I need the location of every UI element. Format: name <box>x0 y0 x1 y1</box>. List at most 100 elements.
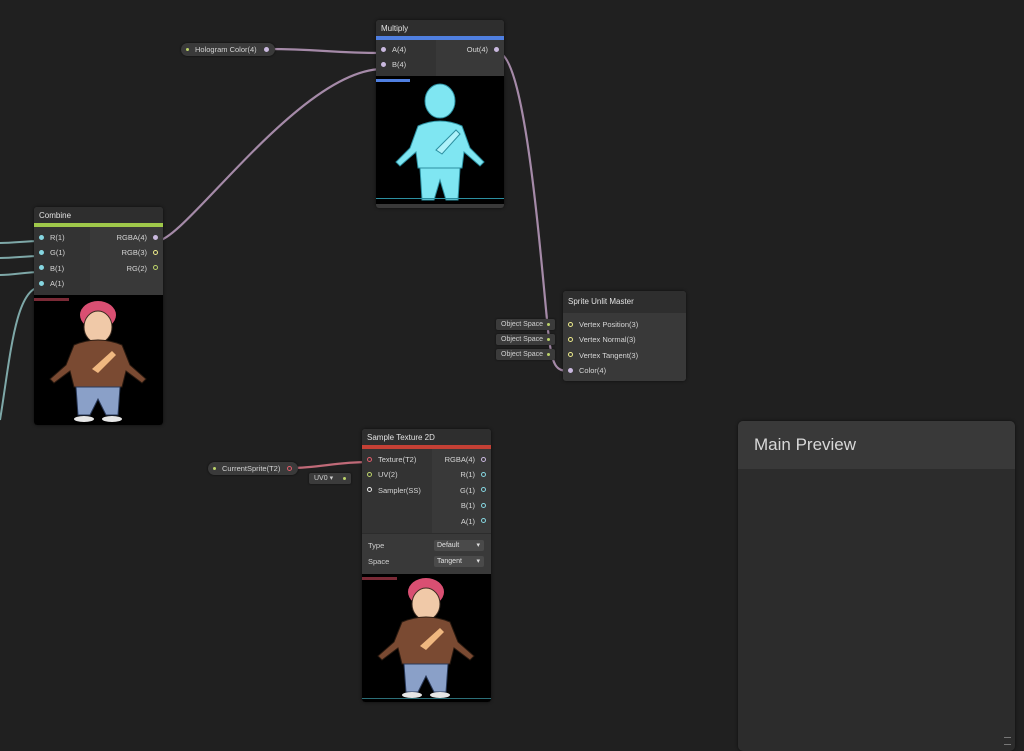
character-sprite-icon <box>362 578 491 699</box>
uv-channel-dropdown[interactable]: UV0 ▾ <box>309 473 352 484</box>
port-dot-icon[interactable] <box>367 456 372 462</box>
node-title[interactable]: Sprite Unlit Master <box>563 291 686 313</box>
combine-node[interactable]: Combine R(1) G(1) B(1) A(1) RGBA(4) RGB(… <box>34 207 163 425</box>
property-indicator-icon <box>186 48 189 51</box>
space-label: Space <box>368 557 390 566</box>
space-dropdown[interactable]: Tangent <box>434 556 484 567</box>
character-sprite-icon <box>376 83 504 201</box>
type-label: Type <box>368 541 385 550</box>
port-b[interactable]: B(1) <box>432 498 491 513</box>
sprite-unlit-master-node[interactable]: Sprite Unlit Master Vertex Position(3) V… <box>563 291 686 381</box>
port-dot-icon[interactable] <box>39 280 44 286</box>
port-texture[interactable]: Texture(T2) <box>362 452 432 467</box>
port-dot-icon[interactable] <box>481 518 486 524</box>
node-ports: A(4) B(4) Out(4) <box>376 40 504 76</box>
port-dot-icon[interactable] <box>568 321 573 327</box>
node-ports: R(1) G(1) B(1) A(1) RGBA(4) RGB(3) RG(2) <box>34 227 163 295</box>
port-color[interactable]: Color(4) <box>563 363 686 378</box>
port-dot-icon[interactable] <box>153 249 158 255</box>
port-uv[interactable]: UV(2) <box>362 467 432 482</box>
multiply-node[interactable]: Multiply A(4) B(4) Out(4) <box>376 20 504 208</box>
port-r[interactable]: R(1) <box>432 467 491 482</box>
port-vertex-position[interactable]: Vertex Position(3) <box>563 317 686 332</box>
type-dropdown[interactable]: Default <box>434 540 484 551</box>
node-title[interactable]: Multiply <box>376 20 504 36</box>
node-settings: Type Default Space Tangent <box>362 533 491 574</box>
port-dot-icon[interactable] <box>481 471 486 477</box>
output-ports: Out(4) <box>436 40 504 76</box>
output-ports: RGBA(4) RGB(3) RG(2) <box>90 227 163 295</box>
port-dot-icon[interactable] <box>153 234 158 240</box>
port-dot-icon[interactable] <box>39 234 44 240</box>
port-dot-icon[interactable] <box>381 61 386 67</box>
chevron-down-icon: ▾ <box>329 475 334 482</box>
port-vertex-tangent[interactable]: Vertex Tangent(3) <box>563 348 686 363</box>
wire-currentsprite-to-texture[interactable] <box>289 460 370 470</box>
current-sprite-output-port[interactable] <box>287 465 293 471</box>
slot-dot-icon <box>343 476 347 480</box>
port-dot-icon[interactable] <box>153 265 158 271</box>
slot-dot-icon <box>547 337 551 341</box>
port-g[interactable]: G(1) <box>34 245 90 260</box>
input-ports: Texture(T2) UV(2) Sampler(SS) <box>362 449 432 533</box>
port-rgba[interactable]: RGBA(4) <box>432 452 491 467</box>
vertex-tangent-space-slot[interactable]: Object Space <box>496 349 556 360</box>
space-setting-row: Space Tangent <box>362 554 491 570</box>
port-rg[interactable]: RG(2) <box>90 261 163 276</box>
port-dot-icon[interactable] <box>367 487 372 493</box>
port-dot-icon[interactable] <box>568 367 573 373</box>
main-preview-panel[interactable]: Main Preview <box>738 421 1015 751</box>
input-ports: Vertex Position(3) Vertex Normal(3) Vert… <box>563 313 686 379</box>
current-sprite-property[interactable]: CurrentSprite(T2) <box>208 462 299 475</box>
port-dot-icon[interactable] <box>568 336 573 342</box>
port-vertex-normal[interactable]: Vertex Normal(3) <box>563 332 686 347</box>
port-a[interactable]: A(1) <box>432 514 491 529</box>
port-dot-icon[interactable] <box>39 249 44 255</box>
sample-texture-2d-node[interactable]: Sample Texture 2D Texture(T2) UV(2) Samp… <box>362 429 491 702</box>
node-title[interactable]: Sample Texture 2D <box>362 429 491 445</box>
hologram-color-label: Hologram Color(4) <box>195 45 257 54</box>
vertex-position-space-slot[interactable]: Object Space <box>496 319 556 330</box>
node-preview <box>362 574 491 702</box>
port-dot-icon[interactable] <box>381 46 386 52</box>
port-a[interactable]: A(1) <box>34 276 90 291</box>
port-g[interactable]: G(1) <box>432 483 491 498</box>
vertex-normal-space-slot[interactable]: Object Space <box>496 334 556 345</box>
hologram-color-property[interactable]: Hologram Color(4) <box>181 43 275 56</box>
current-sprite-label: CurrentSprite(T2) <box>222 464 281 473</box>
hologram-color-output-port[interactable] <box>263 46 269 52</box>
slot-dot-icon <box>547 322 551 326</box>
preview-bar <box>34 298 69 301</box>
resize-grip-icon[interactable] <box>1004 737 1011 745</box>
port-sampler[interactable]: Sampler(SS) <box>362 483 432 498</box>
port-rgb[interactable]: RGB(3) <box>90 245 163 260</box>
port-dot-icon[interactable] <box>39 265 44 271</box>
port-rgba[interactable]: RGBA(4) <box>90 230 163 245</box>
preview-bar <box>376 79 410 82</box>
port-a[interactable]: A(4) <box>376 42 436 57</box>
input-ports: R(1) G(1) B(1) A(1) <box>34 227 90 295</box>
node-title[interactable]: Combine <box>34 207 163 223</box>
slot-dot-icon <box>547 352 551 356</box>
main-preview-title[interactable]: Main Preview <box>738 421 1015 469</box>
preview-bar <box>362 577 397 580</box>
port-dot-icon[interactable] <box>481 487 486 493</box>
wire-hologram-to-multiply-a[interactable] <box>267 47 384 55</box>
port-b[interactable]: B(4) <box>376 57 436 72</box>
node-preview <box>34 295 163 425</box>
wire-combine-to-multiply-b[interactable] <box>156 67 384 243</box>
port-r[interactable]: R(1) <box>34 230 90 245</box>
node-preview <box>376 76 504 204</box>
property-indicator-icon <box>213 467 216 470</box>
port-out[interactable]: Out(4) <box>436 42 504 57</box>
type-setting-row: Type Default <box>362 538 491 554</box>
port-dot-icon[interactable] <box>481 502 486 508</box>
port-dot-icon[interactable] <box>568 352 573 358</box>
character-sprite-icon <box>49 301 147 422</box>
node-ports: Texture(T2) UV(2) Sampler(SS) RGBA(4) R(… <box>362 449 491 533</box>
port-dot-icon[interactable] <box>367 471 372 477</box>
port-dot-icon[interactable] <box>481 456 486 462</box>
output-ports: RGBA(4) R(1) G(1) B(1) A(1) <box>432 449 491 533</box>
port-dot-icon[interactable] <box>494 46 499 52</box>
port-b[interactable]: B(1) <box>34 261 90 276</box>
